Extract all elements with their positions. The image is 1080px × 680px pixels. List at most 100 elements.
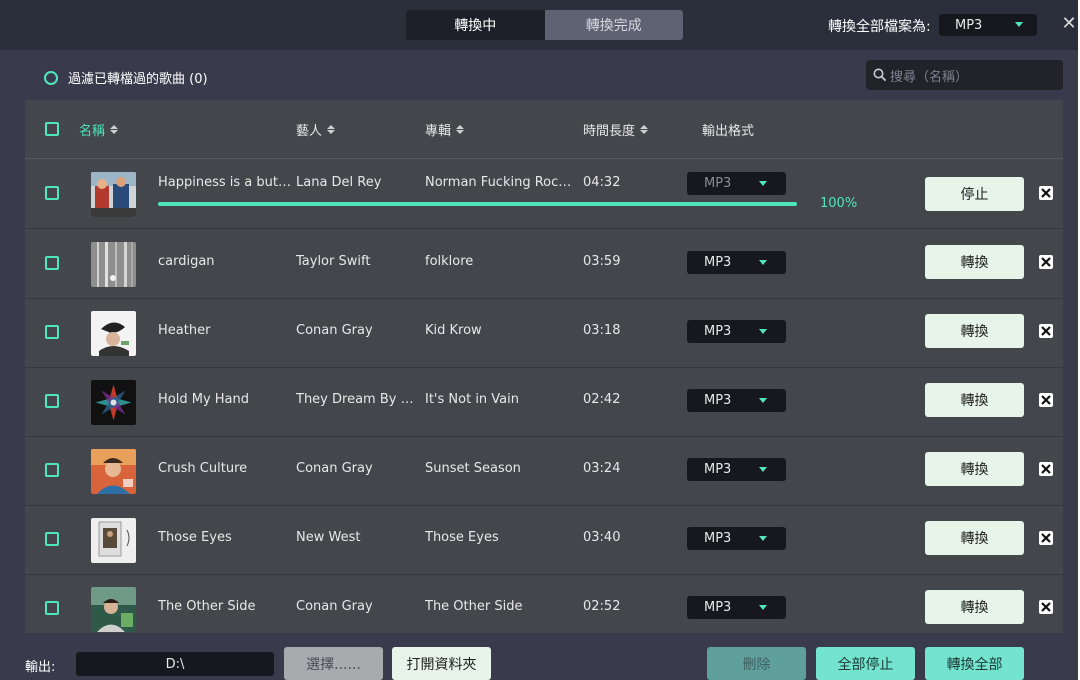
search-placeholder: 搜尋（名稱） <box>890 69 969 85</box>
convert-button[interactable]: 轉換 <box>925 590 1024 624</box>
chevron-down-icon <box>759 260 767 265</box>
row-checkbox[interactable] <box>45 186 59 200</box>
row-checkbox[interactable] <box>45 394 59 408</box>
song-album: Kid Krow <box>425 323 482 338</box>
song-album: It's Not in Vain <box>425 392 520 407</box>
column-album-label: 專輯 <box>425 124 452 139</box>
row-checkbox[interactable] <box>45 601 59 615</box>
format-select[interactable]: MP3 <box>687 596 786 619</box>
filter-label: 過濾已轉檔過的歌曲 (0) <box>68 72 208 87</box>
row-checkbox[interactable] <box>45 325 59 339</box>
album-art <box>91 172 136 217</box>
song-artist: They Dream By Day <box>296 392 414 407</box>
format-value: MP3 <box>704 600 732 615</box>
song-title: Those Eyes <box>158 530 232 545</box>
search-input[interactable]: 搜尋（名稱） <box>866 60 1063 90</box>
stop-button[interactable]: 停止 <box>925 177 1024 211</box>
song-duration: 03:40 <box>583 530 621 545</box>
song-album: folklore <box>425 254 474 269</box>
convert-button[interactable]: 轉換 <box>925 383 1024 417</box>
choose-folder-button[interactable]: 選擇...... <box>284 647 383 680</box>
song-duration: 03:18 <box>583 323 621 338</box>
column-header-duration[interactable]: 時間長度 <box>583 120 649 139</box>
column-name-label: 名稱 <box>79 124 106 139</box>
table-row: Those Eyes New West Those Eyes 03:40 MP3… <box>25 505 1063 575</box>
song-album: Those Eyes <box>425 530 499 545</box>
row-checkbox[interactable] <box>45 463 59 477</box>
stop-all-button[interactable]: 全部停止 <box>816 647 915 680</box>
remove-icon[interactable] <box>1039 600 1053 614</box>
column-format-label: 輸出格式 <box>702 124 755 139</box>
format-value: MP3 <box>704 255 732 270</box>
song-album: Sunset Season <box>425 461 521 476</box>
remove-icon[interactable] <box>1039 324 1053 338</box>
format-select[interactable]: MP3 <box>687 458 786 481</box>
song-album: The Other Side <box>425 599 523 614</box>
remove-icon[interactable] <box>1039 186 1053 200</box>
convert-button[interactable]: 轉換 <box>925 245 1024 279</box>
column-header-artist[interactable]: 藝人 <box>296 120 336 139</box>
table-row: Crush Culture Conan Gray Sunset Season 0… <box>25 436 1063 506</box>
song-artist: Conan Gray <box>296 461 373 476</box>
album-art <box>91 587 136 632</box>
output-label: 輸出: <box>25 660 56 675</box>
album-art <box>91 449 136 494</box>
song-title: Hold My Hand <box>158 392 249 407</box>
album-art <box>91 311 136 356</box>
album-art <box>91 518 136 563</box>
chevron-down-icon <box>759 605 767 610</box>
select-all-checkbox[interactable] <box>45 122 59 136</box>
tab-converting[interactable]: 轉換中 <box>406 10 545 40</box>
convert-all-format-label: 轉換全部檔案為: <box>828 19 931 35</box>
sort-icon[interactable] <box>456 125 465 134</box>
convert-all-format-select[interactable]: MP3 <box>939 14 1037 36</box>
song-title: The Other Side <box>158 599 256 614</box>
format-value: MP3 <box>704 324 732 339</box>
table-row: Happiness is a butterfly Lana Del Rey No… <box>25 159 1063 229</box>
table-row: Heather Conan Gray Kid Krow 03:18 MP3 轉換 <box>25 298 1063 368</box>
chevron-down-icon <box>759 181 767 186</box>
format-select[interactable]: MP3 <box>687 320 786 343</box>
remove-icon[interactable] <box>1039 393 1053 407</box>
song-artist: New West <box>296 530 361 545</box>
row-checkbox[interactable] <box>45 532 59 546</box>
song-album: Norman Fucking Rockwell! <box>425 175 578 190</box>
table-header: 名稱 藝人 專輯 時間長度 輸出格式 <box>25 100 1063 159</box>
convert-button[interactable]: 轉換 <box>925 314 1024 348</box>
table-row: The Other Side Conan Gray The Other Side… <box>25 574 1063 633</box>
filter-converted-toggle[interactable]: 過濾已轉檔過的歌曲 (0) <box>44 68 208 87</box>
sort-icon[interactable] <box>327 125 336 134</box>
convert-button[interactable]: 轉換 <box>925 521 1024 555</box>
format-select[interactable]: MP3 <box>687 527 786 550</box>
tab-converted[interactable]: 轉換完成 <box>544 10 683 40</box>
table-row: Hold My Hand They Dream By Day It's Not … <box>25 367 1063 437</box>
remove-icon[interactable] <box>1039 531 1053 545</box>
format-select[interactable]: MP3 <box>687 172 786 195</box>
radio-icon[interactable] <box>44 70 58 85</box>
column-header-album[interactable]: 專輯 <box>425 120 465 139</box>
sort-icon[interactable] <box>640 125 649 134</box>
format-select[interactable]: MP3 <box>687 389 786 412</box>
column-header-format: 輸出格式 <box>702 120 754 139</box>
song-title: Happiness is a butterfly <box>158 175 292 190</box>
remove-icon[interactable] <box>1039 462 1053 476</box>
column-header-name[interactable]: 名稱 <box>79 120 119 139</box>
song-title: Heather <box>158 323 211 338</box>
title-bar: 轉換中 轉換完成 轉換全部檔案為: MP3 ✕ <box>0 0 1080 50</box>
sort-icon[interactable] <box>110 125 119 134</box>
close-icon[interactable]: ✕ <box>1060 14 1078 34</box>
row-checkbox[interactable] <box>45 256 59 270</box>
open-folder-button[interactable]: 打開資料夾 <box>392 647 491 680</box>
remove-icon[interactable] <box>1039 255 1053 269</box>
song-duration: 02:42 <box>583 392 621 407</box>
convert-button[interactable]: 轉換 <box>925 452 1024 486</box>
progress-bar <box>158 202 797 206</box>
delete-button[interactable]: 刪除 <box>707 647 806 680</box>
status-tabs: 轉換中 轉換完成 <box>406 10 683 40</box>
output-path-field[interactable]: D:\ <box>76 652 274 676</box>
format-value: MP3 <box>704 462 732 477</box>
format-select[interactable]: MP3 <box>687 251 786 274</box>
column-artist-label: 藝人 <box>296 124 323 139</box>
convert-all-button[interactable]: 轉換全部 <box>925 647 1024 680</box>
column-duration-label: 時間長度 <box>583 124 636 139</box>
